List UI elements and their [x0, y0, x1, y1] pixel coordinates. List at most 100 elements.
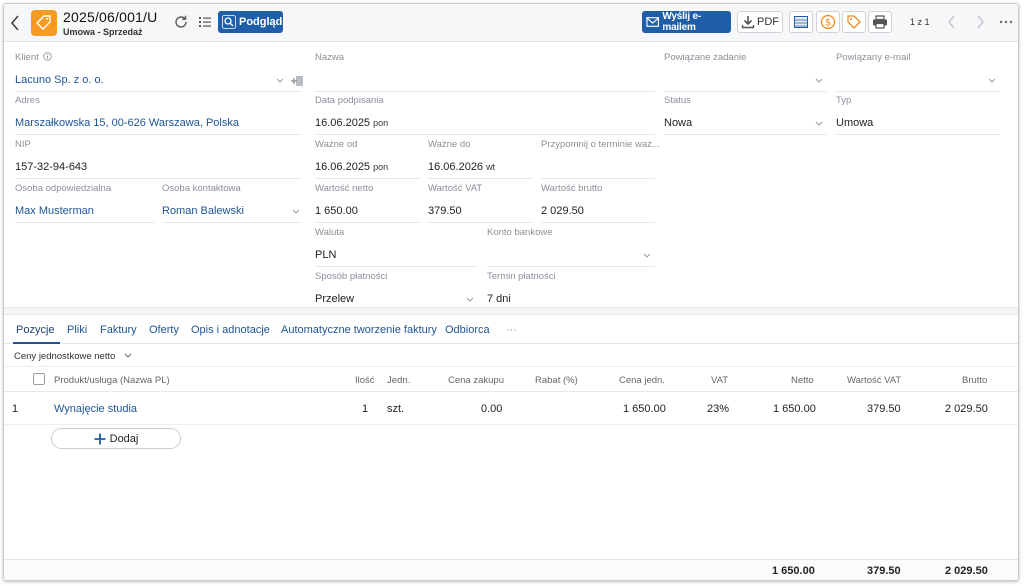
chevron-down-icon[interactable]	[466, 297, 474, 303]
totals-row: 1 650.00 379.50 2 029.50	[4, 559, 1018, 580]
document-window: 2025/06/001/U Umowa - Sprzedaż Podgląd W…	[3, 3, 1019, 581]
net-value-field[interactable]: Wartość netto 1 650.00	[315, 183, 420, 225]
address-field[interactable]: Adres Marszałkowska 15, 00-626 Warszawa,…	[15, 95, 302, 137]
tab-recipient[interactable]: Odbiorca	[445, 324, 490, 336]
gross-value: 2 029.50	[541, 205, 584, 217]
add-contact-icon[interactable]	[290, 74, 304, 88]
pdf-label: PDF	[757, 16, 779, 28]
row-gross: 2 029.50	[945, 403, 988, 415]
price-mode-label: Ceny jednostkowe netto	[14, 351, 116, 362]
info-icon	[43, 52, 53, 61]
add-label: Dodaj	[109, 432, 139, 445]
nip-field[interactable]: NIP 157-32-94-643	[15, 139, 302, 181]
valid-from-field[interactable]: Ważne od 16.06.2025 pon	[315, 139, 420, 181]
payment-term-value: 7 dni	[487, 293, 511, 305]
payment-button[interactable]: $	[816, 11, 840, 33]
table-icon	[794, 16, 808, 28]
tab-positions[interactable]: Pozycje	[16, 324, 55, 336]
col-unit: Jedn.	[387, 375, 411, 386]
chevron-down-icon[interactable]	[815, 78, 823, 84]
name-field[interactable]: Nazwa	[315, 52, 655, 94]
tab-invoices[interactable]: Faktury	[100, 324, 137, 336]
related-email-field[interactable]: Powiązany e-mail	[836, 52, 1000, 94]
currency-field[interactable]: Waluta PLN	[315, 227, 478, 269]
toolbar: 2025/06/001/U Umowa - Sprzedaż Podgląd W…	[4, 4, 1018, 42]
document-type: Umowa - Sprzedaż	[63, 27, 143, 37]
preview-button[interactable]: Podgląd	[218, 11, 283, 33]
more-icon[interactable]	[998, 14, 1014, 30]
col-product: Produkt/usługa (Nazwa PL)	[54, 375, 170, 386]
col-cost: Cena zakupu	[448, 375, 504, 386]
chevron-down-icon[interactable]	[292, 209, 300, 215]
tag-outline-icon	[847, 15, 861, 29]
chevron-down-icon[interactable]	[276, 78, 284, 84]
contact-person-value: Roman Balewski	[162, 205, 244, 217]
related-task-label: Powiązane zadanie	[664, 52, 747, 63]
list-icon[interactable]	[197, 14, 213, 30]
price-mode-dropdown[interactable]: Ceny jednostkowe netto	[14, 351, 132, 362]
refresh-icon[interactable]	[173, 14, 189, 30]
row-number: 1	[12, 403, 19, 415]
reminder-field[interactable]: Przypomnij o terminie waż...	[541, 139, 660, 181]
valid-from-day: pon	[373, 162, 389, 172]
total-net: 1 650.00	[772, 565, 815, 577]
client-field[interactable]: Klient Lacuno Sp. z o. o.	[15, 52, 304, 94]
currency-label: Waluta	[315, 227, 345, 238]
responsible-person-field[interactable]: Osoba odpowiedzialna Max Musterman	[15, 183, 155, 225]
payment-method-label: Sposób płatności	[315, 271, 388, 282]
contact-person-field[interactable]: Osoba kontaktowa Roman Balewski	[162, 183, 302, 225]
row-product-link[interactable]: Wynajęcie studia	[54, 403, 137, 415]
reminder-label: Przypomnij o terminie waż...	[541, 139, 660, 150]
tab-offers[interactable]: Oferty	[149, 324, 179, 336]
table-view-button[interactable]	[789, 11, 813, 33]
tags-button[interactable]	[842, 11, 866, 33]
currency-value: PLN	[315, 249, 337, 261]
add-position-button[interactable]: Dodaj	[51, 428, 181, 449]
tab-auto-invoicing[interactable]: Automatyczne tworzenie faktury	[281, 324, 437, 336]
net-value: 1 650.00	[315, 205, 358, 217]
print-button[interactable]	[868, 11, 892, 33]
preview-label: Podgląd	[239, 16, 283, 28]
related-task-field[interactable]: Powiązane zadanie	[664, 52, 827, 94]
col-discount: Rabat (%)	[535, 375, 578, 386]
chevron-down-icon[interactable]	[988, 78, 996, 84]
magnifier-icon	[222, 15, 236, 29]
bank-account-field[interactable]: Konto bankowe	[487, 227, 655, 269]
row-vat-value: 379.50	[867, 403, 901, 415]
tab-bar: Pozycje Pliki Faktury Oferty Opis i adno…	[4, 316, 1018, 344]
gross-value-field[interactable]: Wartość brutto 2 029.50	[541, 183, 655, 225]
tag-icon	[31, 10, 57, 36]
row-unit: szt.	[387, 403, 405, 415]
download-icon	[741, 16, 755, 29]
vat-value-field[interactable]: Wartość VAT 379.50	[428, 183, 533, 225]
signing-date-value: 16.06.2025	[315, 117, 371, 129]
tab-notes[interactable]: Opis i adnotacje	[191, 324, 270, 336]
tab-files[interactable]: Pliki	[67, 324, 87, 336]
valid-to-field[interactable]: Ważne do 16.06.2026 wt	[428, 139, 533, 181]
send-email-button[interactable]: Wyślij e-mailem	[642, 11, 731, 33]
chevron-down-icon[interactable]	[643, 253, 651, 259]
table-row[interactable]: 1 Wynajęcie studia 1 szt. 0.00 1 650.00 …	[4, 393, 1018, 425]
select-all-checkbox[interactable]	[33, 373, 45, 385]
status-label: Status	[664, 95, 691, 106]
name-label: Nazwa	[315, 52, 345, 63]
net-value-label: Wartość netto	[315, 183, 374, 194]
signing-date-field[interactable]: Data podpisania 16.06.2025 pon	[315, 95, 655, 137]
col-unit-price: Cena jedn.	[619, 375, 665, 386]
col-net: Netto	[791, 375, 814, 386]
vat-value: 379.50	[428, 205, 462, 217]
chevron-down-icon[interactable]	[815, 121, 823, 127]
type-field[interactable]: Typ Umowa	[836, 95, 1000, 137]
chevron-right-icon[interactable]	[972, 14, 988, 30]
svg-text:$: $	[825, 18, 831, 29]
row-unit-price: 1 650.00	[623, 403, 666, 415]
back-icon[interactable]	[8, 13, 22, 33]
status-value: Nowa	[664, 117, 693, 129]
status-field[interactable]: Status Nowa	[664, 95, 827, 137]
pdf-button[interactable]: PDF	[737, 11, 783, 33]
nip-label: NIP	[15, 139, 31, 150]
nip-value: 157-32-94-643	[15, 161, 88, 173]
tab-more[interactable]: ···	[506, 324, 517, 336]
valid-from-label: Ważne od	[315, 139, 358, 150]
chevron-left-icon[interactable]	[944, 14, 960, 30]
